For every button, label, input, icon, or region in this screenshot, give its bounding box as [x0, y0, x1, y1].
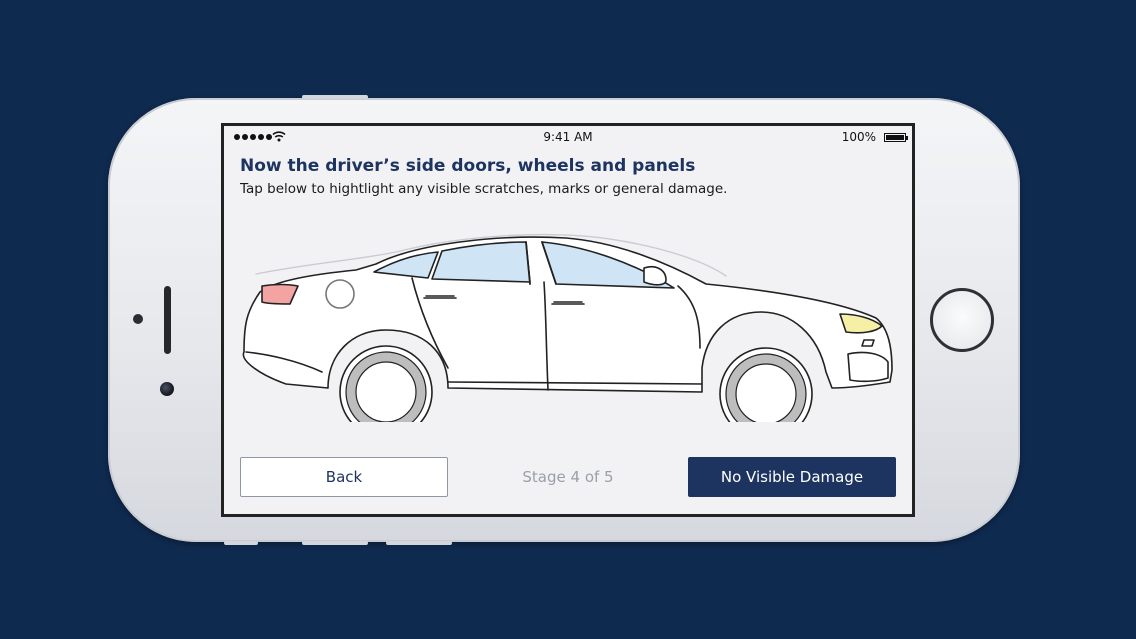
- proximity-sensor: [133, 314, 143, 324]
- page-title: Now the driver’s side doors, wheels and …: [240, 156, 696, 176]
- page-instructions: Tap below to hightlight any visible scra…: [240, 181, 728, 197]
- front-wheel: [719, 347, 813, 422]
- phone-bottom-button-3: [386, 541, 452, 545]
- status-time: 9:41 AM: [543, 130, 593, 144]
- no-visible-damage-button[interactable]: No Visible Damage: [688, 457, 896, 497]
- battery-icon: [884, 133, 908, 142]
- app-view: 9:41 AM 100% Now the driver’s side doors…: [224, 126, 912, 514]
- phone-bottom-button-2: [302, 541, 368, 545]
- phone-top-button-1: [302, 95, 368, 99]
- phone-bottom-button-1: [224, 541, 258, 545]
- phone-screen: 9:41 AM 100% Now the driver’s side doors…: [221, 123, 915, 517]
- home-button[interactable]: [930, 288, 994, 352]
- battery-percent: 100%: [841, 130, 876, 144]
- status-bar: 9:41 AM 100%: [224, 126, 912, 148]
- front-camera-icon: [160, 382, 174, 396]
- stage-indicator: Stage 4 of 5: [522, 468, 614, 486]
- head-light: [839, 313, 883, 334]
- rear-wheel: [339, 345, 433, 422]
- back-button[interactable]: Back: [240, 457, 448, 497]
- car-diagram: [242, 233, 893, 422]
- fuel-cap: [325, 279, 355, 309]
- earpiece-speaker: [164, 286, 171, 354]
